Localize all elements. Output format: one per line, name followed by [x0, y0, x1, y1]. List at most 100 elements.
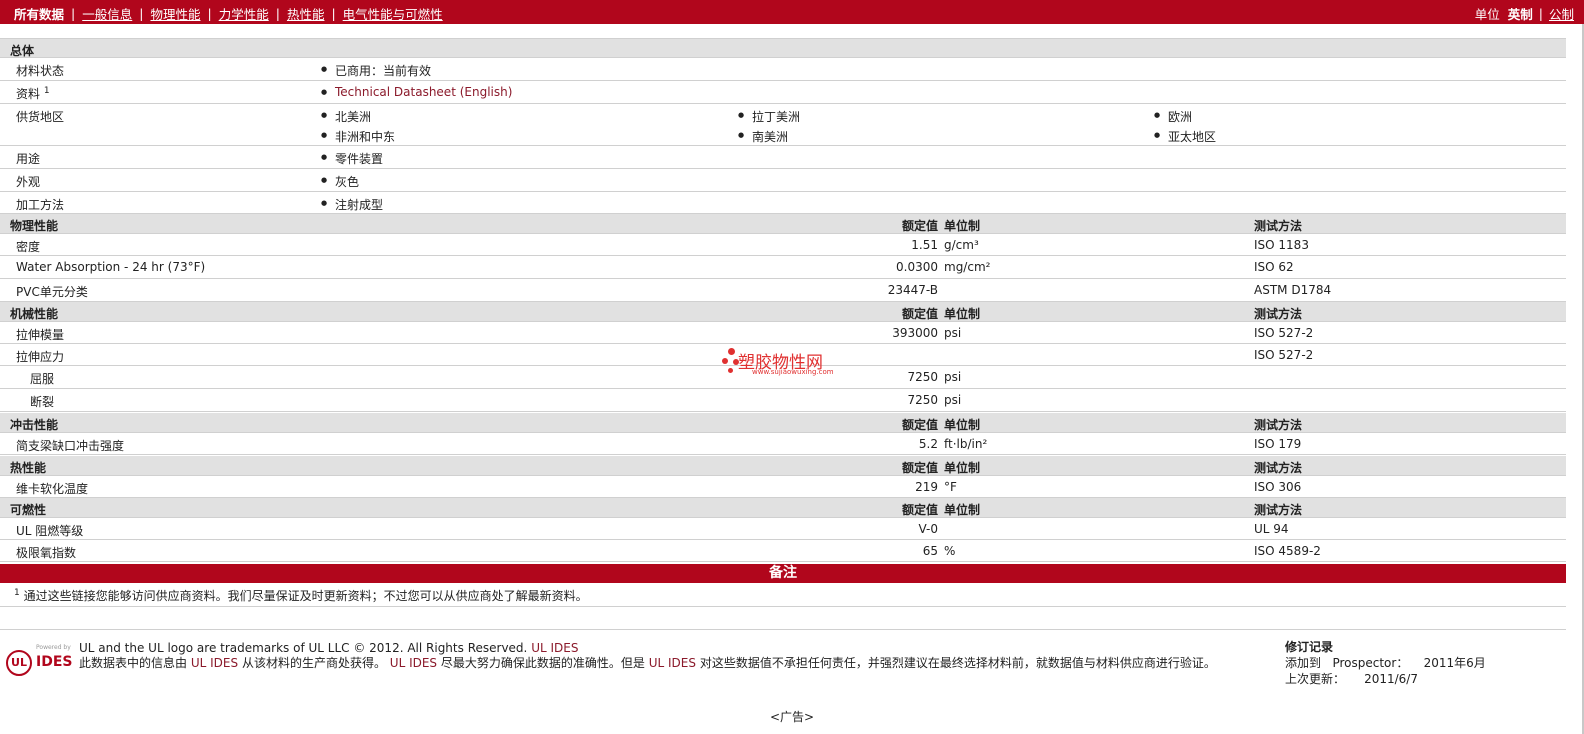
property-test-method: UL 94 — [1254, 522, 1289, 536]
ul-ides-link[interactable]: UL IDES — [531, 641, 578, 655]
property-name: 用途 — [16, 152, 41, 166]
nav-electrical-flammability[interactable]: 电气性能与可燃性 — [343, 4, 443, 23]
property-unit: psi — [944, 370, 962, 384]
section-header-mechanical: 机械性能 额定值 单位制 测试方法 — [0, 302, 1566, 322]
header-test-method: 测试方法 — [1254, 307, 1303, 321]
technical-datasheet-link[interactable]: Technical Datasheet (English) — [321, 85, 512, 99]
property-row: PVC单元分类 23447-B ASTM D1784 — [0, 279, 1566, 302]
footnote-marker: 1 — [43, 86, 50, 96]
header-value: 额定值 — [901, 219, 938, 233]
property-row: UL 阻燃等级 V-0 UL 94 — [0, 518, 1566, 540]
footer: Powered by UL IDES UL and the UL logo ar… — [0, 629, 1566, 703]
ul-ides-link[interactable]: UL IDES — [649, 656, 696, 670]
property-name: 供货地区 — [16, 110, 65, 124]
ides-logo-text: IDES — [36, 654, 73, 670]
section-title: 冲击性能 — [10, 418, 59, 432]
disclaimer-part: 尽最大努力确保此数据的准确性。但是 — [440, 656, 645, 670]
nav-mechanical[interactable]: 力学性能 — [219, 4, 269, 23]
unit-switcher: 单位 英制 | 公制 — [1474, 4, 1574, 23]
ul-ides-link[interactable]: UL IDES — [390, 656, 437, 670]
section-nav: 所有数据 | 一般信息 | 物理性能 | 力学性能 | 热性能 | 电气性能与可… — [14, 4, 443, 23]
property-row: 资料 1 Technical Datasheet (English) — [0, 81, 1566, 104]
section-title: 总体 — [10, 44, 35, 58]
property-name: 屈服 — [30, 372, 55, 386]
region-item: 南美洲 — [738, 128, 788, 145]
property-row: Water Absorption - 24 hr (73°F) 0.0300 mg/… — [0, 256, 1566, 279]
trademark-line: UL and the UL logo are trademarks of UL … — [79, 641, 578, 655]
header-unit: 单位制 — [944, 307, 981, 321]
property-unit: psi — [944, 393, 962, 407]
ul-ides-link[interactable]: UL IDES — [191, 656, 238, 670]
property-test-method: ISO 179 — [1254, 437, 1302, 451]
nav-thermal[interactable]: 热性能 — [287, 4, 325, 23]
property-value: 65 — [922, 544, 938, 558]
footnote-marker: 1 — [14, 588, 20, 598]
property-value: 7250 — [907, 393, 938, 407]
revision-updated: 上次更新： 2011/6/7 — [1285, 671, 1486, 687]
property-row: 极限氧指数 65% ISO 4589-2 — [0, 540, 1566, 562]
header-test-method: 测试方法 — [1254, 219, 1303, 233]
property-test-method: ISO 62 — [1254, 260, 1294, 274]
added-app: Prospector： — [1332, 656, 1409, 670]
property-test-method: ISO 306 — [1254, 480, 1302, 494]
property-row: 维卡软化温度 219 °F ISO 306 — [0, 476, 1566, 498]
property-test-method: ISO 527-2 — [1254, 348, 1314, 362]
section-header-flammability: 可燃性 额定值 单位制 测试方法 — [0, 498, 1566, 518]
property-value: 灰色 — [321, 173, 359, 190]
region-item: 亚太地区 — [1154, 128, 1216, 145]
property-name: 密度 — [16, 240, 41, 254]
property-name: 外观 — [16, 175, 41, 189]
added-date: 2011年6月 — [1423, 656, 1486, 670]
notes-text-wrap: 1 通过这些链接您能够访问供应商资料。我们尽量保证及时更新资料；不过您可以从供应… — [14, 587, 588, 604]
nav-all-data[interactable]: 所有数据 — [14, 4, 64, 23]
property-value: 7250 — [907, 370, 938, 384]
header-unit: 单位制 — [944, 461, 981, 475]
units-metric[interactable]: 公制 — [1549, 4, 1574, 23]
property-name: PVC单元分类 — [16, 285, 88, 299]
section-header-general: 总体 — [0, 38, 1566, 58]
property-row: 供货地区 北美洲 拉丁美洲 欧洲 非洲和中东 南美洲 亚太地区 — [0, 104, 1566, 146]
property-value: 0.0300 — [896, 260, 938, 274]
updated-label: 上次更新： — [1285, 672, 1346, 686]
property-name: 极限氧指数 — [16, 546, 77, 560]
disclaimer-part: 对这些数据值不承担任何责任，并强烈建议在最终选择材料前，就数据值与材料供应商进行… — [699, 656, 1216, 670]
property-name: 维卡软化温度 — [16, 482, 89, 496]
disclaimer-part: 此数据表中的信息由 — [79, 656, 188, 670]
section-header-physical: 物理性能 额定值 单位制 测试方法 — [0, 214, 1566, 234]
property-row: 拉伸模量 393000 psi ISO 527-2 — [0, 322, 1566, 344]
property-unit: mg/cm² — [944, 260, 991, 274]
header-value: 额定值 — [901, 503, 938, 517]
property-unit: psi — [944, 326, 962, 340]
property-test-method: ASTM D1784 — [1254, 283, 1332, 297]
region-item: 欧洲 — [1154, 108, 1192, 125]
region-item: 拉丁美洲 — [738, 108, 800, 125]
revision-title: 修订记录 — [1285, 640, 1334, 654]
units-label: 单位 — [1474, 7, 1500, 22]
section-header-impact: 冲击性能 额定值 单位制 测试方法 — [0, 413, 1566, 433]
property-row: 外观 灰色 — [0, 169, 1566, 192]
property-row: 加工方法 注射成型 — [0, 192, 1566, 214]
notes-text: 通过这些链接您能够访问供应商资料。我们尽量保证及时更新资料；不过您可以从供应商处… — [23, 589, 588, 603]
updated-date: 2011/6/7 — [1364, 672, 1418, 686]
trademark-text: UL and the UL logo are trademarks of UL … — [79, 641, 528, 655]
ad-placeholder[interactable]: <广告> — [0, 708, 1584, 725]
logo-powered-text: Powered by — [36, 644, 71, 651]
section-title: 机械性能 — [10, 307, 59, 321]
watermark-logo: 塑胶物性网 www.sujiaowuxing.com — [722, 346, 852, 380]
property-name: 材料状态 — [16, 64, 65, 78]
property-row: 断裂 7250 psi — [0, 389, 1566, 412]
watermark-url: www.sujiaowuxing.com — [752, 368, 834, 376]
property-unit: ft·lb/in² — [944, 437, 988, 451]
property-value: 393000 — [892, 326, 938, 340]
nav-physical[interactable]: 物理性能 — [150, 4, 200, 23]
nav-general-info[interactable]: 一般信息 — [82, 4, 132, 23]
ul-ides-logo: Powered by UL IDES — [6, 640, 72, 676]
header-test-method: 测试方法 — [1254, 418, 1303, 432]
units-imperial[interactable]: 英制 — [1508, 4, 1533, 23]
section-title: 物理性能 — [10, 219, 59, 233]
property-value: V-0 — [918, 522, 938, 536]
added-label: 添加到 — [1285, 656, 1322, 670]
revision-history: 修订记录 添加到 Prospector： 2011年6月 上次更新： 2011/… — [1285, 639, 1486, 687]
property-name: 断裂 — [30, 395, 55, 409]
top-nav-bar: 所有数据 | 一般信息 | 物理性能 | 力学性能 | 热性能 | 电气性能与可… — [0, 0, 1584, 24]
